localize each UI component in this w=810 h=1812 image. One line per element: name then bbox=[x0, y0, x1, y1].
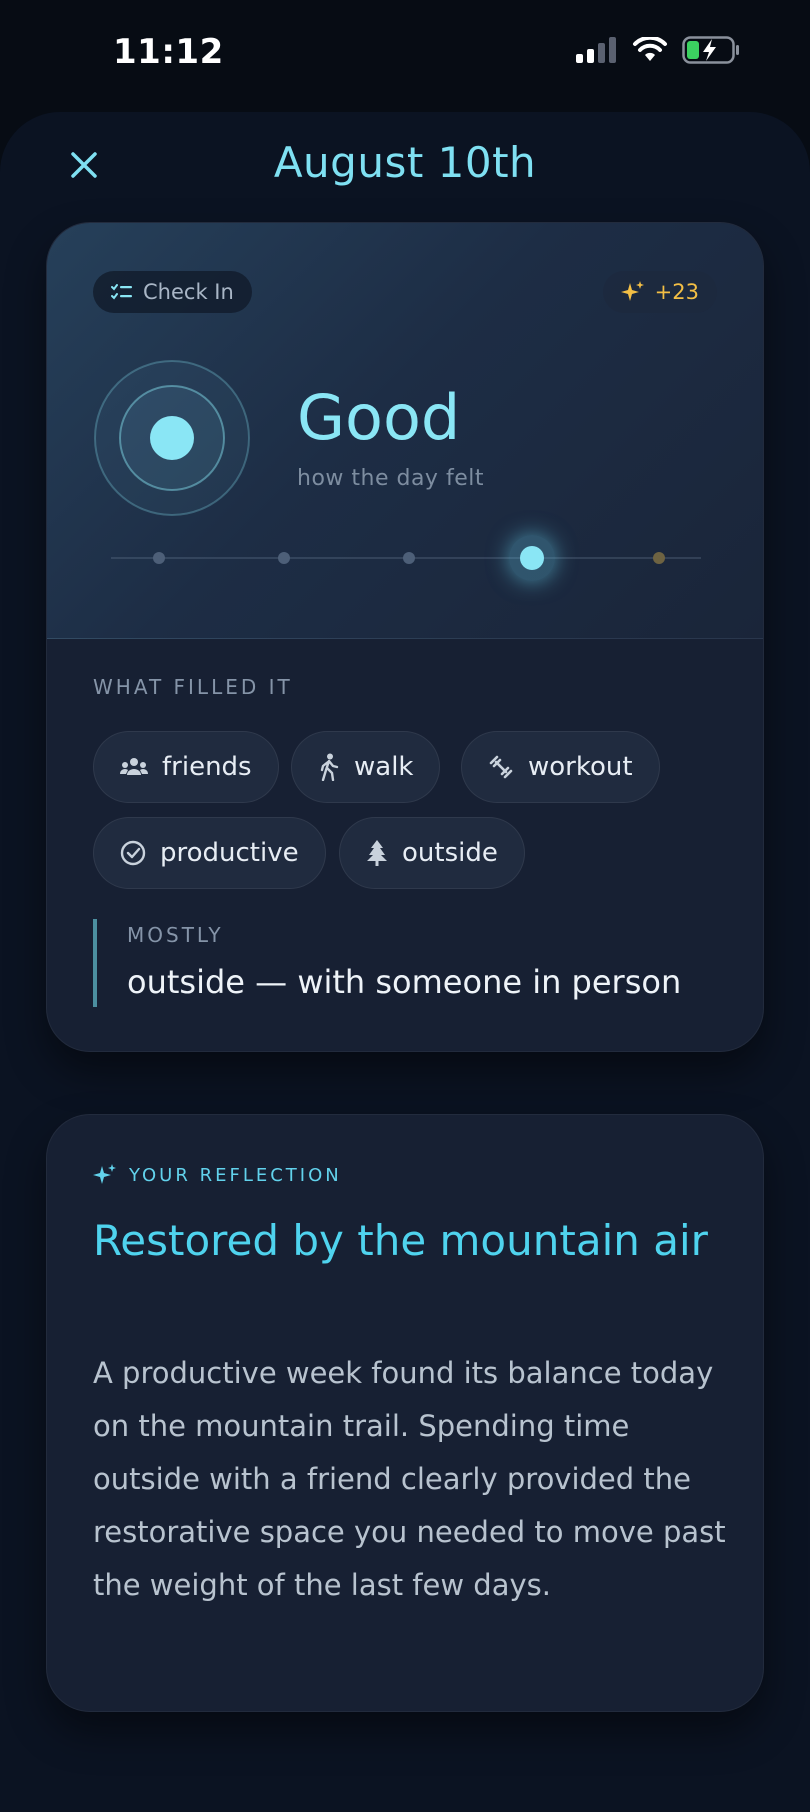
mood-title: Good bbox=[297, 381, 461, 454]
tag-friends[interactable]: friends bbox=[93, 731, 279, 803]
status-time: 11:12 bbox=[113, 32, 224, 72]
tag-outside[interactable]: outside bbox=[339, 817, 525, 889]
checkin-card: Check In +23 Good how the day felt WHAT … bbox=[46, 222, 764, 1052]
mood-scale-step-2[interactable] bbox=[278, 552, 290, 564]
checkin-chip: Check In bbox=[93, 271, 252, 313]
tag-productive[interactable]: productive bbox=[93, 817, 326, 889]
mood-scale[interactable] bbox=[111, 533, 701, 583]
tag-label: productive bbox=[160, 838, 299, 868]
section-label: WHAT FILLED IT bbox=[93, 675, 293, 699]
check-circle-icon bbox=[120, 840, 146, 866]
tag-workout[interactable]: workout bbox=[461, 731, 660, 803]
dumbbell-icon bbox=[489, 755, 513, 779]
sparkles-icon bbox=[620, 281, 644, 301]
tag-label: friends bbox=[162, 752, 252, 782]
people-icon bbox=[120, 758, 148, 775]
tag-walk[interactable]: walk bbox=[291, 731, 441, 803]
tag-label: workout bbox=[528, 752, 633, 782]
mostly-text: outside — with someone in person bbox=[127, 963, 682, 1001]
checkin-chip-label: Check In bbox=[143, 280, 234, 304]
mood-orb-icon bbox=[94, 360, 250, 516]
wifi-icon bbox=[633, 37, 667, 61]
reflection-body: A productive week found its balance toda… bbox=[93, 1356, 726, 1602]
mood-scale-step-5[interactable] bbox=[653, 552, 665, 564]
page-title: August 10th bbox=[273, 138, 537, 187]
walking-person-icon bbox=[320, 753, 339, 781]
mood-scale-step-1[interactable] bbox=[153, 552, 165, 564]
reflection-label-text: YOUR REFLECTION bbox=[129, 1164, 342, 1186]
battery-charging-icon bbox=[682, 36, 739, 64]
reflection-label: YOUR REFLECTION bbox=[93, 1163, 342, 1187]
status-icons bbox=[576, 36, 740, 64]
tag-label: outside bbox=[402, 838, 498, 868]
sparkles-icon bbox=[93, 1164, 116, 1184]
points-value: +23 bbox=[654, 280, 699, 304]
checklist-icon bbox=[111, 284, 132, 300]
mood-scale-step-4-selected[interactable] bbox=[509, 535, 555, 581]
mood-scale-step-3[interactable] bbox=[403, 552, 415, 564]
reflection-card: YOUR REFLECTION Restored by the mountain… bbox=[46, 1114, 764, 1712]
tag-label: walk bbox=[354, 752, 414, 782]
status-bar: 11:12 bbox=[0, 0, 810, 110]
mostly-label: MOSTLY bbox=[127, 923, 224, 947]
tree-icon bbox=[367, 840, 387, 866]
points-badge: +23 bbox=[602, 271, 717, 313]
mood-subtitle: how the day felt bbox=[297, 466, 484, 491]
cellular-signal-icon bbox=[576, 37, 616, 63]
reflection-title: Restored by the mountain air bbox=[93, 1216, 708, 1265]
mostly-block: MOSTLY outside — with someone in person bbox=[93, 919, 681, 1007]
